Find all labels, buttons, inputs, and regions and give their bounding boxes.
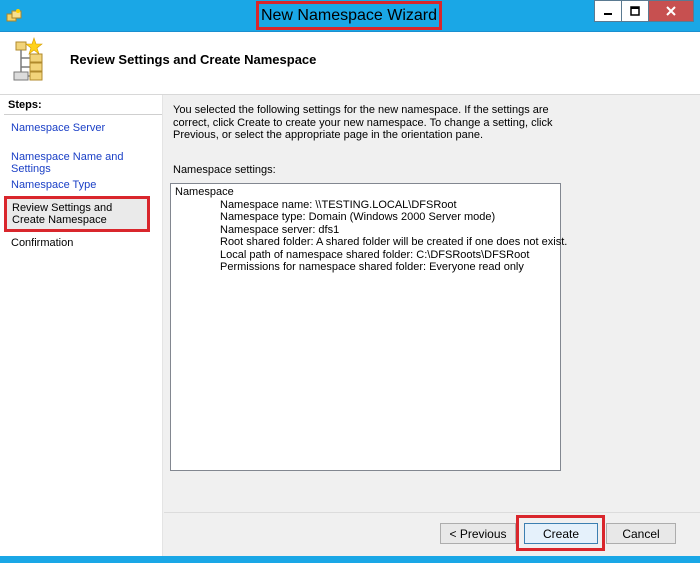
window-bottom-border: [0, 556, 700, 563]
window-title: New Namespace Wizard: [260, 6, 438, 24]
close-button[interactable]: [648, 0, 694, 22]
minimize-icon: [603, 6, 613, 16]
minimize-button[interactable]: [594, 0, 622, 22]
setting-root-shared-folder: Root shared folder: A shared folder will…: [220, 236, 568, 248]
cancel-button[interactable]: Cancel: [606, 523, 676, 544]
settings-label: Namespace settings:: [173, 164, 276, 176]
setting-permissions: Permissions for namespace shared folder:…: [220, 261, 524, 273]
step-review-settings-current: Review Settings and Create Namespace: [4, 196, 150, 232]
settings-textbox[interactable]: Namespace Namespace name: \\TESTING.LOCA…: [170, 183, 568, 471]
settings-heading: Namespace: [175, 186, 234, 198]
window-controls: [594, 0, 694, 22]
content-pane: You selected the following settings for …: [164, 95, 700, 512]
setting-namespace-server: Namespace server: dfs1: [220, 223, 340, 236]
close-icon: [665, 5, 677, 17]
step-namespace-server[interactable]: Namespace Server: [11, 122, 105, 134]
previous-button[interactable]: < Previous: [440, 523, 516, 544]
intro-text: You selected the following settings for …: [173, 104, 553, 141]
create-button[interactable]: Create: [524, 523, 598, 544]
setting-namespace-type: Namespace type: Domain (Windows 2000 Ser…: [220, 211, 496, 223]
maximize-button[interactable]: [621, 0, 649, 22]
title-bar: New Namespace Wizard: [0, 0, 700, 32]
wizard-header: Review Settings and Create Namespace: [0, 32, 700, 94]
steps-divider: [4, 114, 162, 115]
footer-divider: [164, 512, 700, 513]
steps-label: Steps:: [8, 99, 42, 111]
setting-namespace-name: Namespace name: \\TESTING.LOCAL\DFSRoot: [220, 198, 457, 211]
page-title: Review Settings and Create Namespace: [70, 52, 317, 67]
namespace-tree-icon: [12, 36, 56, 84]
steps-pane: Steps: Namespace Server Namespace Name a…: [0, 95, 163, 557]
namespace-wizard-icon: [6, 8, 22, 24]
window-title-highlight: New Namespace Wizard: [256, 1, 442, 30]
step-confirmation: Confirmation: [11, 237, 74, 249]
maximize-icon: [630, 6, 640, 16]
step-namespace-name-and-settings[interactable]: Namespace Name and Settings: [11, 151, 162, 175]
setting-local-path: Local path of namespace shared folder: C…: [220, 248, 530, 261]
step-namespace-type[interactable]: Namespace Type: [11, 179, 96, 191]
